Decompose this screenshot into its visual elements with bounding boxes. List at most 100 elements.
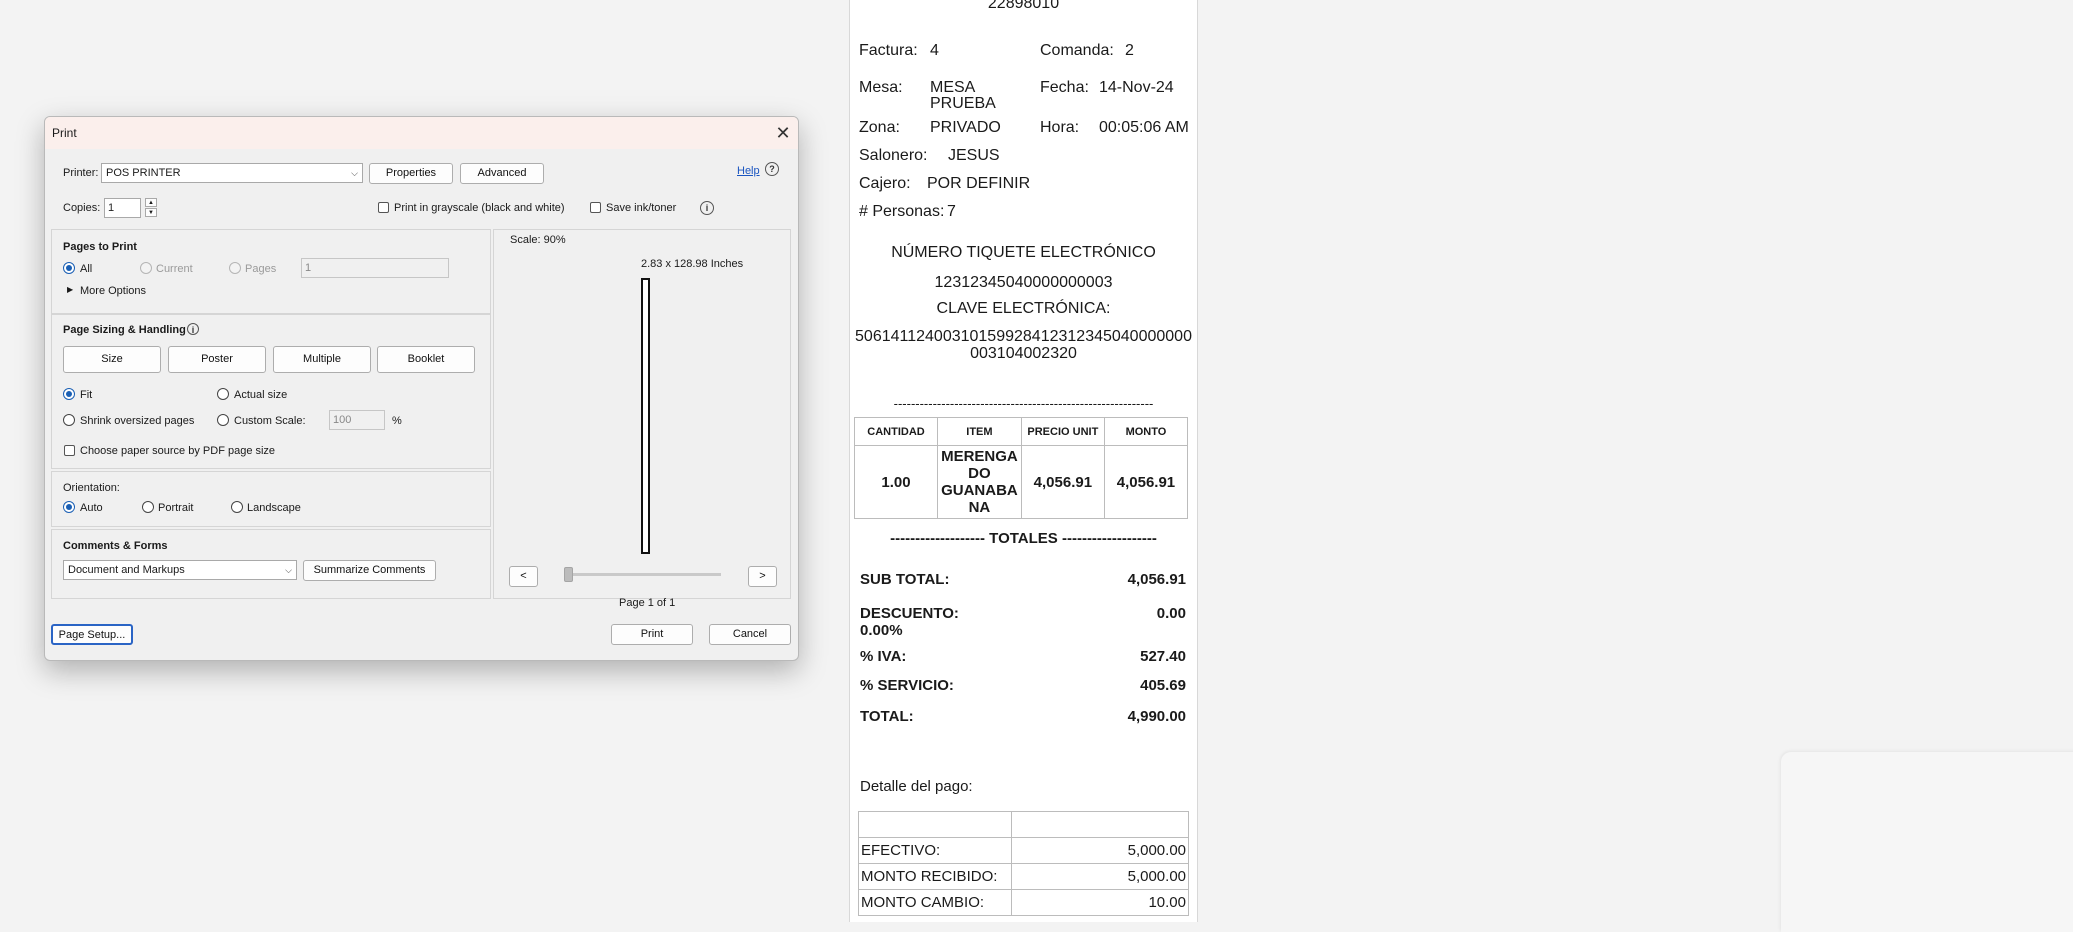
header-precio: PRECIO UNIT <box>1020 417 1105 446</box>
item-line: DO <box>968 465 991 482</box>
side-panel <box>1781 752 2073 932</box>
table-row: EFECTIVO: 5,000.00 <box>858 837 1189 864</box>
totales-heading: ------------------- TOTALES ------------… <box>890 530 1157 547</box>
table-row <box>858 811 1189 838</box>
actual-size-radio[interactable] <box>217 388 229 400</box>
clave-title: CLAVE ELECTRÓNICA: <box>936 300 1111 317</box>
landscape-label: Landscape <box>247 502 301 514</box>
spin-up-icon[interactable]: ▲ <box>145 198 157 207</box>
page-sizing-title: Page Sizing & Handling <box>63 324 186 336</box>
payment-table: EFECTIVO: 5,000.00 MONTO RECIBIDO: 5,000… <box>858 811 1189 916</box>
summarize-comments-button[interactable]: Summarize Comments <box>303 560 436 581</box>
size-button[interactable]: Size <box>63 346 161 373</box>
chevron-down-icon: ⌵ <box>351 168 358 178</box>
pago-title: Detalle del pago: <box>860 778 973 795</box>
table-row: 1.00 MERENGA DO GUANABA NA 4,056.91 4,05… <box>853 445 1189 519</box>
salonero-label: Salonero: <box>859 147 928 164</box>
copies-input[interactable]: 1 <box>104 198 141 218</box>
pages-range-input[interactable]: 1 <box>301 258 449 278</box>
custom-scale-label: Custom Scale: <box>234 415 306 427</box>
paper-source-label: Choose paper source by PDF page size <box>80 445 276 457</box>
advanced-button[interactable]: Advanced <box>460 163 544 184</box>
all-pages-radio[interactable] <box>63 262 75 274</box>
cajero-label: Cajero: <box>859 175 911 192</box>
header-monto: MONTO <box>1103 417 1189 446</box>
page-slider-thumb[interactable] <box>564 567 573 582</box>
mesa-label: Mesa: <box>859 79 903 96</box>
orientation-title: Orientation: <box>63 482 120 494</box>
fecha-label: Fecha: <box>1040 79 1089 96</box>
descuento-percent: 0.00% <box>860 622 903 639</box>
spin-down-icon[interactable]: ▼ <box>145 208 157 217</box>
properties-button[interactable]: Properties <box>369 163 453 184</box>
landscape-radio[interactable] <box>231 501 243 513</box>
payment-value: 5,000.00 <box>1011 863 1189 890</box>
page-slider-track[interactable] <box>565 573 721 576</box>
next-page-button[interactable]: > <box>748 566 777 587</box>
save-ink-checkbox[interactable] <box>590 202 601 213</box>
help-link[interactable]: Help <box>737 165 760 177</box>
cancel-button[interactable]: Cancel <box>709 624 791 645</box>
orientation-panel <box>51 471 491 527</box>
payment-label: MONTO RECIBIDO: <box>858 863 1012 890</box>
print-dialog: Print ✕ Printer: POS PRINTER ⌵ Propertie… <box>44 116 799 661</box>
scale-text: Scale: 90% <box>510 234 566 246</box>
item-precio: 4,056.91 <box>1020 445 1105 519</box>
payment-label: EFECTIVO: <box>858 837 1012 864</box>
item-line: GUANABA <box>941 482 1018 499</box>
printer-select[interactable]: POS PRINTER ⌵ <box>101 163 363 183</box>
info-icon[interactable]: i <box>187 323 199 335</box>
zona-label: Zona: <box>859 119 900 136</box>
portrait-radio[interactable] <box>142 501 154 513</box>
mesa-value-line2: PRUEBA <box>930 95 996 112</box>
clave-line2: 003104002320 <box>970 345 1077 362</box>
pages-range-label: Pages <box>245 263 277 275</box>
fit-radio[interactable] <box>63 388 75 400</box>
fit-label: Fit <box>80 389 93 401</box>
dialog-titlebar[interactable]: Print ✕ <box>45 117 798 149</box>
items-table: CANTIDAD ITEM PRECIO UNIT MONTO 1.00 MER… <box>853 417 1189 519</box>
shrink-radio[interactable] <box>63 414 75 426</box>
item-line: NA <box>968 499 991 516</box>
auto-orientation-radio[interactable] <box>63 501 75 513</box>
descuento-label: DESCUENTO: <box>860 605 959 622</box>
booklet-button[interactable]: Booklet <box>377 346 475 373</box>
more-options-toggle[interactable]: More Options <box>80 285 146 297</box>
payment-label: MONTO CAMBIO: <box>858 889 1012 916</box>
comanda-value: 2 <box>1125 42 1134 59</box>
clave-line1: 50614112400310159928412312345040000000 <box>855 328 1192 345</box>
grayscale-checkbox[interactable] <box>378 202 389 213</box>
comanda-label: Comanda: <box>1040 42 1114 59</box>
item-monto: 4,056.91 <box>1103 445 1189 519</box>
custom-scale-input[interactable]: 100 <box>329 410 385 430</box>
print-button[interactable]: Print <box>611 624 693 645</box>
prev-page-button[interactable]: < <box>509 566 538 587</box>
poster-button[interactable]: Poster <box>168 346 266 373</box>
grayscale-label: Print in grayscale (black and white) <box>394 202 565 214</box>
current-page-label: Current <box>156 263 193 275</box>
item-cantidad: 1.00 <box>853 445 939 519</box>
comments-select[interactable]: Document and Markups ⌵ <box>63 560 297 580</box>
tiquete-number: 12312345040000000003 <box>934 274 1113 291</box>
page-setup-button[interactable]: Page Setup... <box>51 624 133 645</box>
multiple-button[interactable]: Multiple <box>273 346 371 373</box>
expand-arrow-icon[interactable]: ▶ <box>67 285 73 294</box>
hora-label: Hora: <box>1040 119 1080 136</box>
payment-value: 5,000.00 <box>1011 837 1189 864</box>
close-icon[interactable]: ✕ <box>772 122 794 144</box>
printer-select-value: POS PRINTER <box>106 167 181 179</box>
item-line: MERENGA <box>941 448 1018 465</box>
custom-scale-radio[interactable] <box>217 414 229 426</box>
current-page-radio[interactable] <box>140 262 152 274</box>
percent-label: % <box>392 415 402 427</box>
table-row: MONTO CAMBIO: 10.00 <box>858 889 1189 916</box>
info-icon[interactable]: i <box>700 201 714 215</box>
save-ink-label: Save ink/toner <box>606 202 677 214</box>
factura-label: Factura: <box>859 42 918 59</box>
header-cantidad: CANTIDAD <box>853 417 939 446</box>
pages-radio[interactable] <box>229 262 241 274</box>
help-icon[interactable]: ? <box>765 162 779 176</box>
total-label: TOTAL: <box>860 708 914 725</box>
copies-label: Copies: <box>63 202 101 214</box>
paper-source-checkbox[interactable] <box>64 445 75 456</box>
